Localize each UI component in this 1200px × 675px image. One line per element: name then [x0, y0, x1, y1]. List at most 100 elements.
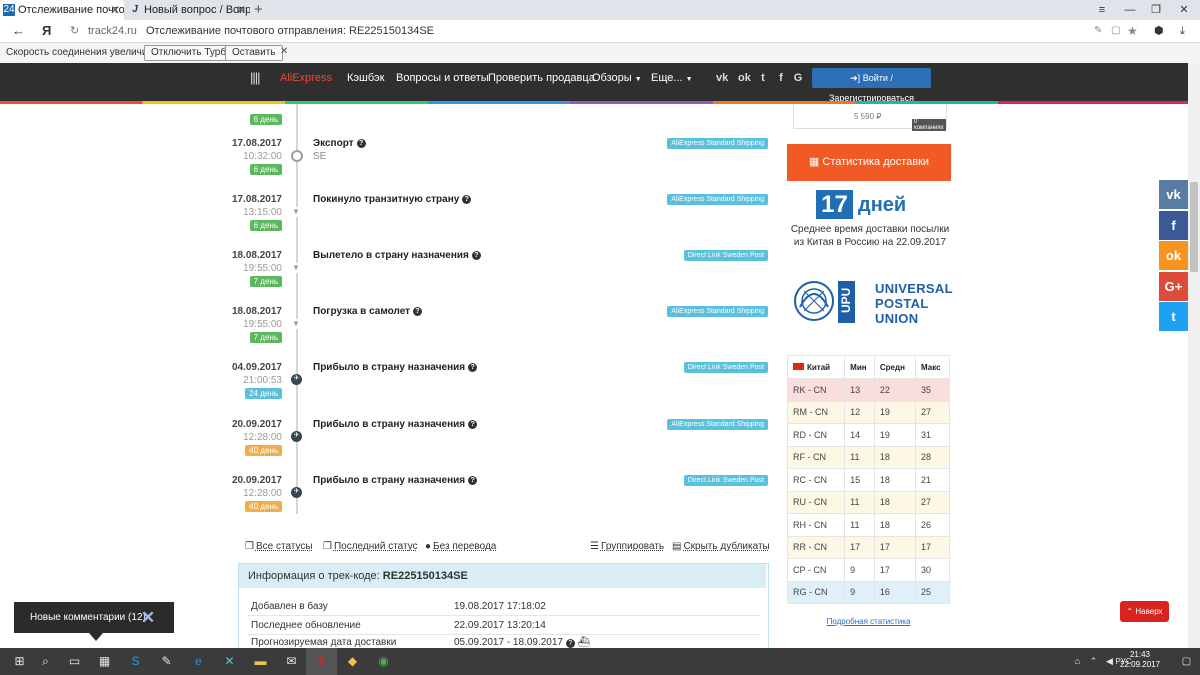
min-days: 9	[844, 580, 875, 604]
yandex-browser-icon[interactable]: Y	[306, 648, 337, 675]
question-icon[interactable]: ?	[462, 195, 472, 204]
login-button[interactable]: ➔] Войти / Зарегистрироваться	[812, 68, 931, 103]
hide-duplicates-link[interactable]: ▤ Скрыть дубликаты	[672, 541, 770, 552]
scrollbar-thumb[interactable]	[1190, 182, 1198, 272]
max-days: 28	[915, 445, 950, 469]
google-icon[interactable]: G	[792, 72, 804, 84]
download-icon[interactable]: ⤓	[1180, 20, 1185, 42]
table-header-max: Макс	[915, 355, 950, 379]
question-icon[interactable]: ?	[356, 139, 366, 148]
vk-icon[interactable]: vk	[1159, 180, 1188, 209]
minimize-icon[interactable]: —	[1116, 0, 1144, 20]
event-date: 20.09.2017	[231, 475, 282, 486]
question-icon[interactable]: ?	[468, 363, 478, 372]
avg-days: 17	[873, 558, 917, 582]
track-code: RE225150134SE	[382, 570, 468, 582]
tab-tracking[interactable]: 24 Отслеживание почтовог ✕	[0, 0, 124, 20]
mail-icon[interactable]: ✉	[276, 648, 307, 675]
duplicate-icon: ▤	[672, 541, 682, 552]
table-header-min: Мин	[844, 355, 875, 379]
max-days: 27	[915, 490, 950, 514]
delivery-stats-label: Статистика доставки	[822, 156, 930, 168]
edge-icon[interactable]: e	[183, 648, 214, 675]
google-plus-icon[interactable]: G+	[1159, 271, 1188, 301]
twitter-icon[interactable]: t	[757, 72, 769, 84]
facebook-icon[interactable]: f	[1159, 210, 1188, 240]
close-icon[interactable]: ✕	[236, 0, 246, 20]
question-icon[interactable]: ?	[468, 420, 478, 429]
upu-line: POSTAL	[875, 296, 929, 311]
folder-icon[interactable]: ▬	[245, 648, 276, 675]
max-days: 21	[915, 468, 950, 492]
store-icon[interactable]: ▦	[89, 648, 120, 675]
table-row: RM - CN 12 19 27	[786, 400, 950, 424]
max-days: 31	[915, 423, 950, 447]
tab-title: Отслеживание почтовог	[18, 4, 124, 16]
event-time: 12:28:00	[243, 488, 282, 499]
question-icon[interactable]: ?	[413, 307, 423, 316]
extension-icon[interactable]: ⬢	[1154, 20, 1164, 42]
app-icon[interactable]: ✕	[214, 648, 245, 675]
list-icon: ☰	[590, 541, 599, 552]
table-row: RG - CN 9 16 25	[786, 580, 950, 604]
arrow-down-icon: ▼	[291, 319, 301, 329]
all-statuses-link[interactable]: ❐ Все статусы	[245, 541, 313, 552]
info-row-label: Последнее обновление	[251, 620, 361, 631]
event-time: 13:15:00	[243, 207, 282, 218]
track-info-heading: Информация о трек-коде: RE225150134SE	[239, 564, 766, 588]
app-tile-icon[interactable]: ◆	[337, 648, 368, 675]
clock-date: 22.09.2017	[1120, 660, 1161, 669]
system-clock[interactable]: 21:43 22.09.2017	[1120, 650, 1160, 670]
skype-icon[interactable]: S	[120, 648, 151, 675]
avg-days-number: 17	[816, 190, 853, 219]
no-translation-link[interactable]: ● Без перевода	[425, 541, 496, 552]
star-icon[interactable]: ★	[1127, 20, 1138, 42]
chevron-up-icon: ⌃	[1126, 607, 1134, 616]
tab-question[interactable]: J Новый вопрос / Вопросы и ✕	[126, 0, 250, 20]
event-day-badge: 40 день	[245, 501, 282, 512]
back-to-top-button[interactable]: ⌃ Наверх	[1120, 601, 1169, 622]
close-icon[interactable]: ✕	[280, 46, 288, 57]
search-icon[interactable]: ⌕	[30, 648, 61, 675]
question-icon[interactable]: ?	[565, 639, 575, 648]
event-date: 18.08.2017	[231, 250, 282, 261]
url-field[interactable]: track24.ru Отслеживание почтового отправ…	[88, 20, 434, 42]
min-days: 11	[844, 445, 875, 469]
keep-turbo-button[interactable]: Оставить	[225, 45, 283, 61]
protect-icon[interactable]: ▢	[1111, 20, 1120, 42]
close-icon[interactable]: ✕	[110, 0, 120, 20]
group-link[interactable]: ☰ Группировать	[590, 541, 664, 552]
facebook-icon[interactable]: f	[775, 72, 787, 84]
back-icon[interactable]: ←	[12, 20, 25, 42]
question-icon[interactable]: ?	[468, 476, 478, 485]
menu-icon[interactable]: ≡	[1088, 0, 1116, 20]
new-tab-icon[interactable]: +	[254, 0, 263, 20]
pen-icon[interactable]: ✎	[1094, 20, 1102, 42]
odnoklassniki-icon[interactable]: ok	[738, 72, 751, 84]
close-icon[interactable]: ✕	[141, 602, 155, 633]
delivery-date-range: 05.09.2017 - 18.09.2017	[454, 637, 563, 648]
refresh-icon[interactable]: ↻	[70, 20, 79, 42]
odnoklassniki-icon[interactable]: ok	[1159, 241, 1188, 270]
event-day-badge: 6 день	[249, 114, 282, 125]
last-status-link[interactable]: ❐ Последний статус	[323, 541, 418, 552]
task-view-icon[interactable]: ▭	[59, 648, 90, 675]
vk-icon[interactable]: vk	[716, 72, 728, 84]
event-date: 20.09.2017	[231, 419, 282, 430]
event-service-badge: AliExpress Standard Shipping	[667, 194, 768, 205]
price: 5 590 ₽	[854, 112, 882, 121]
window-close-icon[interactable]: ✕	[1170, 0, 1198, 20]
maximize-icon[interactable]: ❐	[1142, 0, 1170, 20]
twitter-icon[interactable]: t	[1159, 302, 1188, 331]
notifications-icon[interactable]: ▢	[1171, 648, 1200, 675]
chrome-icon[interactable]: ◉	[368, 648, 399, 675]
pen-tool-icon[interactable]: ✎	[151, 648, 182, 675]
back-to-top-label: Наверх	[1135, 607, 1163, 616]
yandex-icon[interactable]: Я	[42, 20, 51, 42]
scrollbar[interactable]	[1188, 63, 1200, 648]
new-comments-popup[interactable]: Новые комментарии (12) ✕	[14, 602, 174, 633]
detailed-stats-link[interactable]: Подробная статистика	[787, 617, 950, 626]
question-icon[interactable]: ?	[471, 251, 481, 260]
delivery-stats-button[interactable]: ▦ Статистика доставки	[787, 144, 951, 181]
event-service-badge: Direct Link Sweden Post	[683, 475, 768, 486]
